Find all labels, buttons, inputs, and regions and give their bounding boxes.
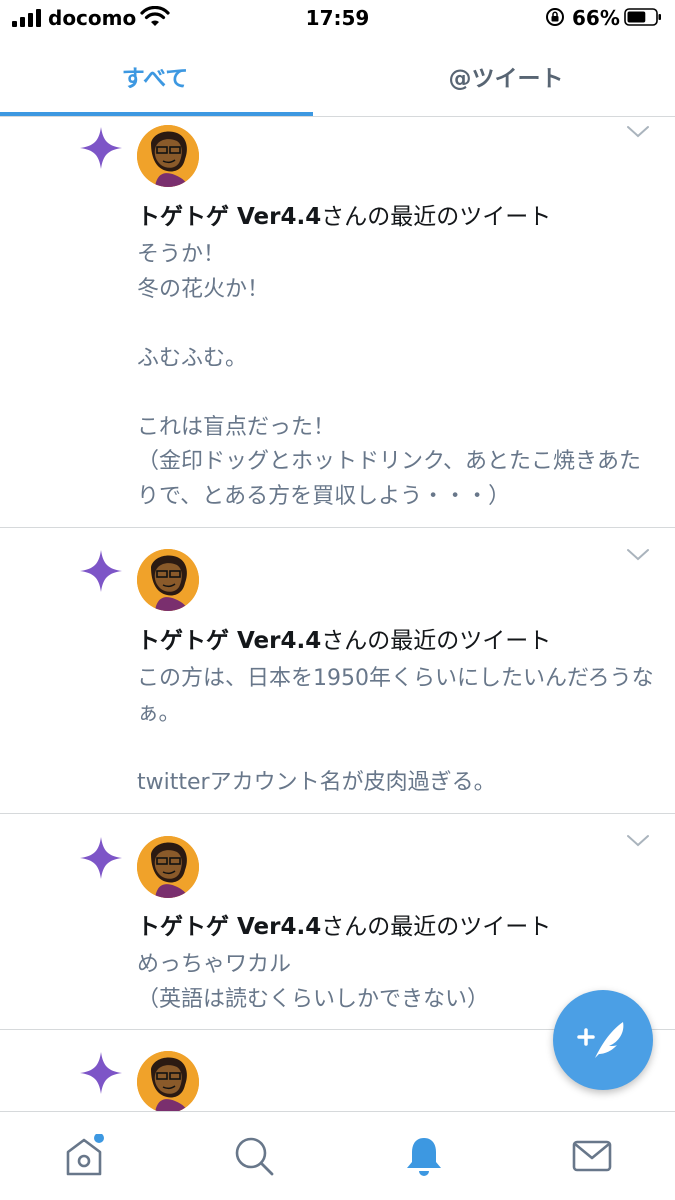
compose-tweet-button[interactable]: [553, 990, 653, 1090]
orientation-lock-icon: [546, 8, 564, 26]
user-name: トゲトゲ Ver4.4: [137, 204, 322, 230]
avatar-face-icon: [137, 1051, 199, 1113]
notifications-tabs: すべて @ツイート: [0, 40, 675, 117]
title-suffix: さんの最近のツイート: [321, 204, 552, 230]
sparkle-icon: [80, 837, 122, 879]
tab-all[interactable]: すべて: [0, 40, 310, 112]
title-suffix: さんの最近のツイート: [321, 914, 552, 940]
avatar-face-icon: [137, 125, 199, 187]
tweet-text: そうか！ 冬の花火か！ ふむふむ。 これは盲点だった！ （金印ドッグとホットドリ…: [137, 242, 642, 509]
notification-title: トゲトゲ Ver4.4さんの最近のツイート: [137, 911, 551, 943]
avatar[interactable]: [137, 836, 199, 898]
bottom-navigation: [0, 1111, 675, 1200]
avatar[interactable]: [137, 1051, 199, 1113]
battery-icon: [624, 8, 661, 26]
user-name: トゲトゲ Ver4.4: [137, 628, 322, 654]
notification-title: トゲトゲ Ver4.4さんの最近のツイート: [137, 201, 551, 233]
search-icon[interactable]: [232, 1134, 276, 1178]
messages-envelope-icon[interactable]: [570, 1134, 614, 1178]
chevron-down-icon[interactable]: [626, 125, 650, 139]
avatar-face-icon: [137, 836, 199, 898]
notification-card[interactable]: トゲトゲ Ver4.4さんの最近のツイート この方は、日本を1950年くらいにし…: [0, 528, 675, 814]
avatar[interactable]: [137, 549, 199, 611]
tweet-text: この方は、日本を1950年くらいにしたいんだろうなぁ。 twitterアカウント…: [137, 666, 654, 795]
compose-tweet-icon: [577, 1022, 624, 1058]
sparkle-icon: [80, 127, 122, 169]
new-content-badge: [94, 1134, 104, 1143]
sparkle-icon: [80, 1052, 122, 1094]
tab-mentions[interactable]: @ツイート: [337, 40, 675, 112]
chevron-down-icon[interactable]: [626, 834, 650, 848]
avatar[interactable]: [137, 125, 199, 187]
sparkle-icon: [80, 550, 122, 592]
active-tab-indicator: [0, 112, 313, 116]
notifications-bell-icon[interactable]: [402, 1134, 446, 1178]
notification-title: トゲトゲ Ver4.4さんの最近のツイート: [137, 625, 551, 657]
title-suffix: さんの最近のツイート: [321, 628, 552, 654]
notification-card[interactable]: トゲトゲ Ver4.4さんの最近のツイート そうか！ 冬の花火か！ ふむふむ。 …: [0, 117, 675, 528]
battery-percentage: 66%: [572, 6, 620, 30]
notifications-feed: トゲトゲ Ver4.4さんの最近のツイート そうか！ 冬の花火か！ ふむふむ。 …: [0, 117, 675, 1116]
home-icon[interactable]: [62, 1134, 106, 1178]
chevron-down-icon[interactable]: [626, 548, 650, 562]
user-name: トゲトゲ Ver4.4: [137, 914, 322, 940]
status-bar: docomo 17:59 66%: [0, 0, 675, 36]
avatar-face-icon: [137, 549, 199, 611]
